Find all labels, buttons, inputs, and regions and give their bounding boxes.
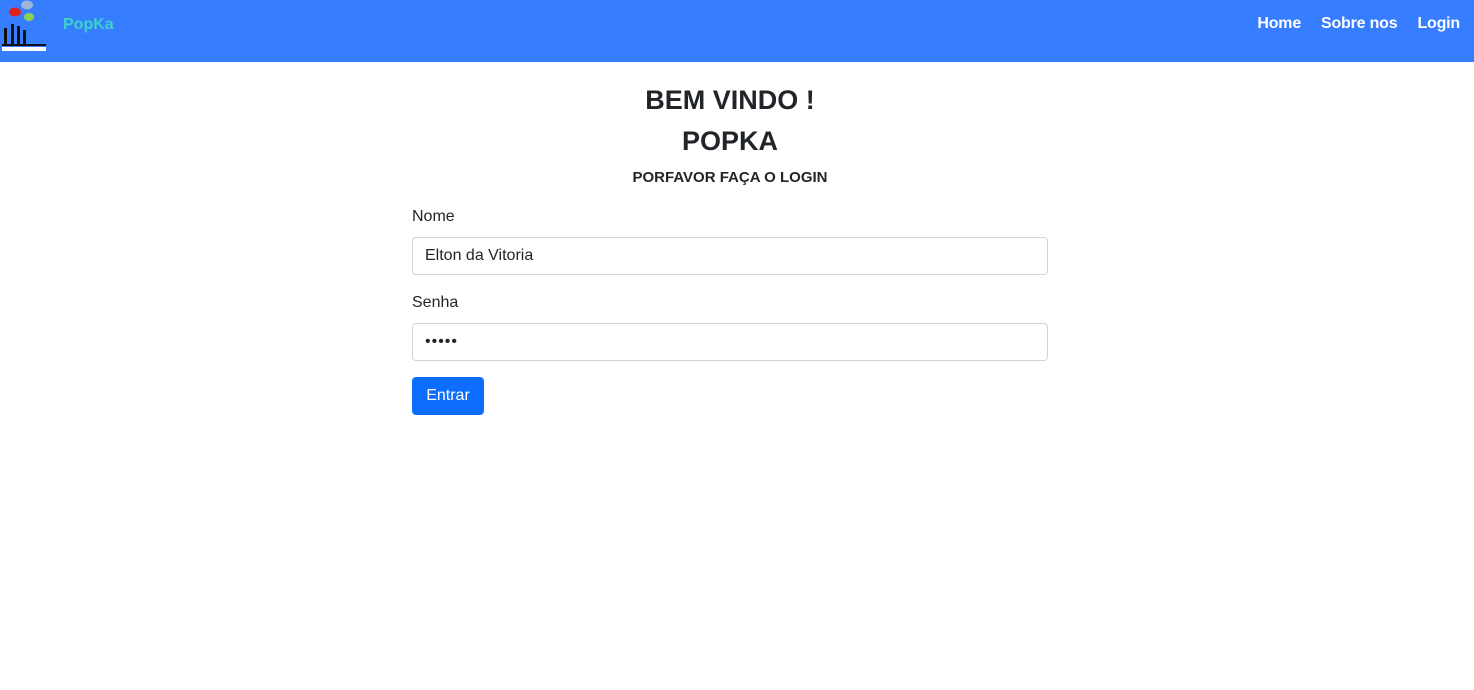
name-label: Nome: [412, 208, 455, 225]
logo-icon[interactable]: [0, 0, 48, 54]
nav-link-home[interactable]: Home: [1257, 14, 1301, 34]
page-title: POPKA: [681, 126, 779, 156]
brand-link[interactable]: PopKa: [63, 15, 114, 35]
nav-link-sobre-nos[interactable]: Sobre nos: [1321, 14, 1398, 34]
login-prompt: PORFAVOR FAÇA O LOGIN: [632, 169, 828, 186]
logo-graphic: [0, 0, 48, 54]
name-input[interactable]: [412, 237, 1048, 275]
nav-links: Home Sobre nos Login: [1257, 14, 1460, 34]
welcome-heading: BEM VINDO !: [645, 85, 815, 115]
password-input[interactable]: [412, 323, 1048, 361]
login-button[interactable]: Entrar: [412, 377, 484, 415]
nav-link-login[interactable]: Login: [1417, 14, 1460, 34]
top-navbar: PopKa Home Sobre nos Login: [0, 0, 1474, 62]
password-label: Senha: [412, 294, 459, 311]
